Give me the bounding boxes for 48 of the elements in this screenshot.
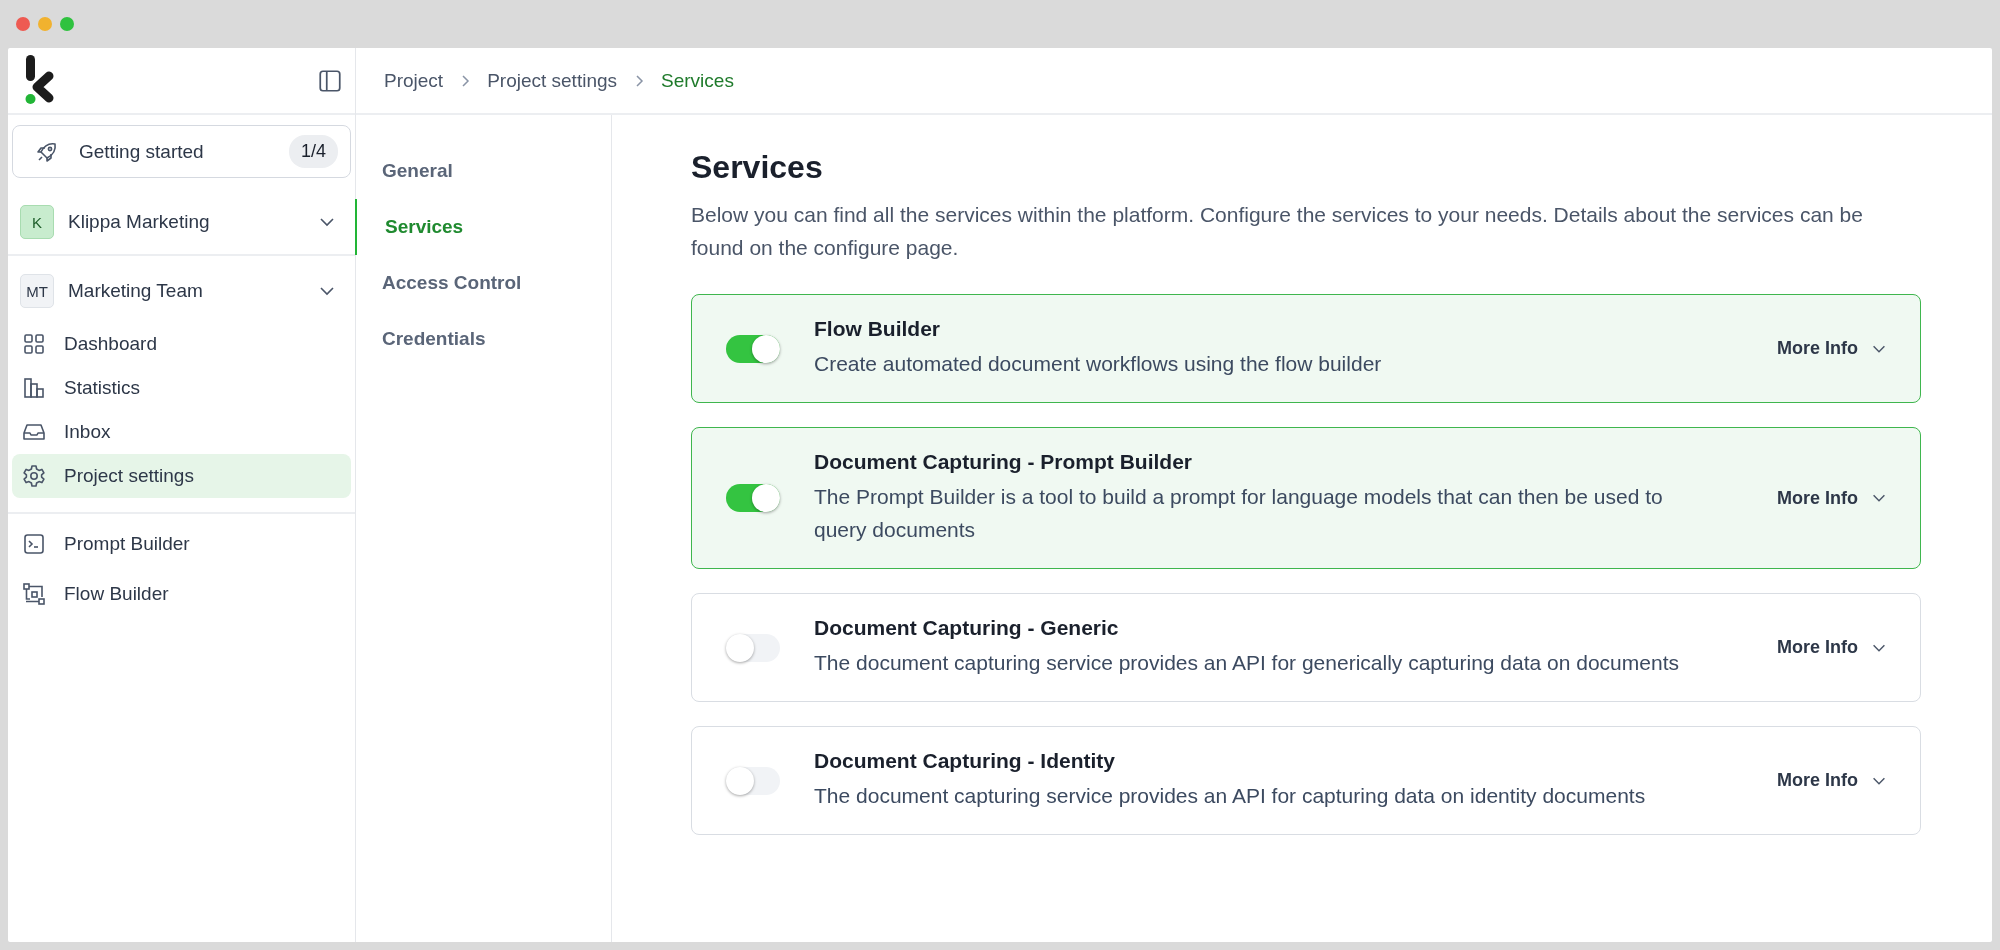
maximize-window-icon[interactable]: [60, 17, 74, 31]
toggle-switch[interactable]: [726, 484, 780, 512]
more-info-button[interactable]: More Info: [1773, 483, 1892, 513]
sidebar-item[interactable]: Inbox: [12, 410, 351, 454]
settings-tab[interactable]: Credentials: [355, 311, 611, 367]
more-info-button[interactable]: More Info: [1773, 633, 1892, 662]
sidebar-item[interactable]: Dashboard: [12, 322, 351, 366]
sidebar-item[interactable]: Project settings: [12, 454, 351, 498]
service-description: Create automated document workflows using the flow builder: [814, 351, 1383, 377]
sidebar-item[interactable]: Prompt Builder: [12, 522, 351, 566]
service-name: Flow Builder: [814, 317, 941, 341]
sidebar-item[interactable]: Statistics: [12, 366, 351, 410]
toggle-switch[interactable]: [726, 334, 780, 363]
service-name: Document Capturing - Prompt Builder: [814, 450, 1193, 474]
page-title: Services: [691, 149, 824, 186]
service-name: Document Capturing - Identity: [814, 749, 1116, 773]
page-description: Below you can find all the services within the platform. Configure the services to your needs. Details about the services can be found on the configure page.: [691, 202, 1864, 261]
grid-icon: [22, 332, 46, 356]
getting-started-button[interactable]: Getting started 1/4: [12, 125, 351, 178]
close-window-icon[interactable]: [16, 17, 30, 31]
breadcrumb-link[interactable]: Services: [661, 69, 734, 92]
service-description: The document capturing service provides an API for capturing data on identity documents: [814, 783, 1647, 809]
team-name: Marketing Team: [68, 280, 204, 302]
toggle-switch[interactable]: [726, 766, 780, 795]
organization-avatar: K: [20, 205, 54, 239]
breadcrumb-link[interactable]: Project: [384, 69, 444, 92]
service-description: The Prompt Builder is a tool to build a prompt for language models that can then be used to query documents: [814, 484, 1664, 543]
minimize-window-icon[interactable]: [38, 17, 52, 31]
organization-name: Klippa Marketing: [68, 211, 211, 233]
more-info-button[interactable]: More Info: [1773, 334, 1892, 363]
settings-tab[interactable]: General: [355, 143, 611, 199]
sidebar-toggle-icon[interactable]: [317, 67, 343, 94]
service-description: The document capturing service provides an API for generically capturing data on documents: [814, 650, 1680, 676]
team-selector[interactable]: MT Marketing Team: [8, 260, 355, 322]
terminal-icon: [22, 532, 46, 556]
settings-icon: [22, 464, 46, 488]
toggle-switch[interactable]: [726, 633, 780, 662]
team-avatar: MT: [20, 274, 54, 308]
service-name: Document Capturing - Generic: [814, 616, 1120, 640]
sidebar-item[interactable]: Flow Builder: [12, 572, 351, 616]
organization-selector[interactable]: K Klippa Marketing: [8, 190, 355, 256]
bar-chart-icon: [22, 376, 46, 400]
flow-diagram-icon: [22, 582, 46, 606]
progress-badge: 1/4: [288, 135, 338, 168]
settings-tab[interactable]: Services: [355, 199, 611, 255]
breadcrumb-link[interactable]: Project settings: [487, 69, 618, 92]
settings-tab[interactable]: Access Control: [355, 255, 611, 311]
more-info-button[interactable]: More Info: [1773, 766, 1892, 795]
